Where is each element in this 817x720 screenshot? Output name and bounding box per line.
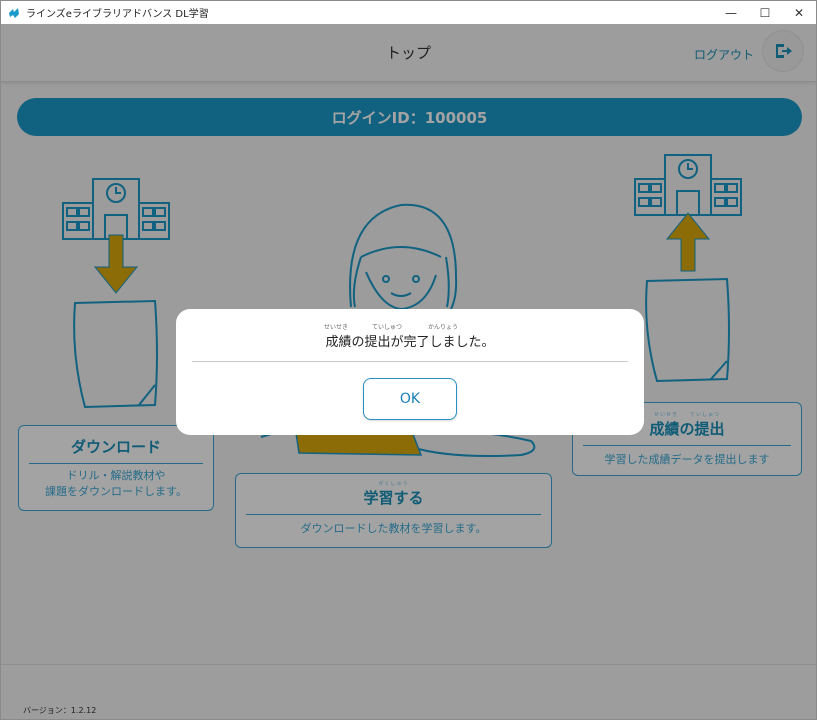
title-bar: ラインズeライブラリアドバンス DL学習 — ☐ ✕ (1, 1, 816, 24)
close-button[interactable]: ✕ (782, 1, 816, 24)
maximize-button[interactable]: ☐ (748, 1, 782, 24)
dialog-divider (192, 361, 628, 362)
dialog-ruby-seiseki: せいせき (324, 324, 349, 331)
completion-dialog: せいせき ていしゅつ かんりょう 成績の提出が完了しました。 OK (176, 309, 644, 435)
app-logo-icon (9, 7, 19, 18)
ok-button[interactable]: OK (363, 378, 457, 420)
minimize-button[interactable]: — (714, 1, 748, 24)
window-title: ラインズeライブラリアドバンス DL学習 (26, 9, 209, 20)
app-window: ラインズeライブラリアドバンス DL学習 — ☐ ✕ トップ ログアウト ログイ… (0, 0, 817, 720)
window-controls: — ☐ ✕ (714, 1, 816, 24)
dialog-message: 成績の提出が完了しました。 (325, 335, 495, 350)
dialog-ruby-teishutsu: ていしゅつ (372, 324, 403, 331)
dialog-ruby-kanryou: かんりょう (428, 324, 459, 331)
